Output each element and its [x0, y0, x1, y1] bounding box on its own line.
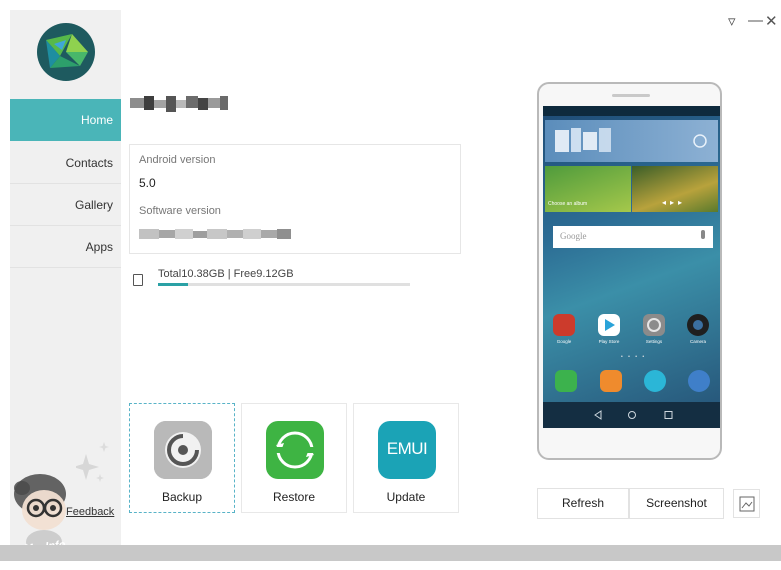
update-button[interactable]: EMUI Update — [353, 403, 459, 513]
feedback-link[interactable]: Feedback — [66, 506, 114, 518]
android-version-value: 5.0 — [139, 176, 156, 190]
restore-label: Restore — [272, 490, 316, 504]
update-label: Update — [386, 490, 426, 504]
contacts-app-icon — [600, 370, 622, 392]
android-version-label: Android version — [139, 154, 216, 166]
device-name-redacted — [130, 94, 230, 119]
phone-preview: Choose an album ◂▸▸ Google Google Play S… — [537, 82, 722, 460]
app-logo-icon — [36, 22, 96, 82]
storage-text: Total10.38GB | Free9.12GB — [158, 268, 294, 280]
sidebar-item-gallery[interactable]: Gallery — [10, 184, 121, 226]
google-search-placeholder: Google — [560, 231, 587, 241]
sidebar-item-apps[interactable]: Apps — [10, 226, 121, 268]
music-caption: Choose an album — [548, 201, 588, 207]
emui-icon-text: EMUI — [386, 439, 428, 458]
storage-progress-bar — [158, 283, 410, 286]
phone-nav-bar — [543, 402, 720, 428]
phone-screen: Choose an album ◂▸▸ Google Google Play S… — [543, 106, 720, 428]
phone-storage-icon — [133, 274, 143, 286]
open-image-folder-button[interactable] — [733, 489, 760, 518]
music-widget-right: ◂▸▸ — [632, 166, 718, 212]
emui-update-icon: EMUI — [378, 421, 436, 479]
sidebar-item-home[interactable]: Home — [10, 99, 121, 141]
restore-icon — [266, 421, 324, 479]
storage-progress-fill — [158, 283, 189, 286]
phone-status-bar — [543, 106, 720, 116]
clock-widget — [545, 120, 718, 162]
minimize-icon[interactable]: — — [748, 12, 763, 29]
phone-app-icon — [555, 370, 577, 392]
backup-icon — [154, 421, 212, 479]
page-indicator: • • • • — [621, 354, 647, 360]
camera-icon — [687, 314, 709, 336]
backup-label: Backup — [161, 490, 203, 504]
app-label-google: Google — [556, 339, 572, 344]
music-controls-icon: ◂▸▸ — [662, 198, 687, 207]
software-version-label: Software version — [139, 205, 221, 217]
image-icon — [739, 496, 754, 512]
close-icon[interactable]: ✕ — [765, 12, 778, 30]
app-label-play-store: Play Store — [598, 339, 620, 344]
browser-app-icon — [688, 370, 710, 392]
phone-speaker — [612, 94, 650, 97]
mic-icon — [701, 230, 705, 239]
messages-app-icon — [644, 370, 666, 392]
restore-button[interactable]: Restore — [241, 403, 347, 513]
sidebar-item-contacts[interactable]: Contacts — [10, 142, 121, 184]
google-folder-icon — [553, 314, 575, 336]
app-label-camera: Camera — [689, 339, 706, 344]
google-search-bar: Google — [553, 226, 713, 248]
menu-dropdown-icon[interactable]: ▿ — [728, 12, 736, 30]
screenshot-button[interactable]: Screenshot — [629, 488, 724, 519]
music-widget-left: Choose an album — [545, 166, 631, 212]
software-version-redacted — [139, 227, 291, 245]
app-label-settings: Settings — [645, 339, 663, 344]
device-info-card: Android version 5.0 Software version — [129, 144, 461, 254]
play-store-icon — [598, 314, 620, 336]
status-strip — [0, 545, 781, 561]
settings-icon — [643, 314, 665, 336]
sidebar: Home Contacts Gallery Apps Ms. Info Feed… — [10, 10, 121, 555]
backup-button[interactable]: Backup — [129, 403, 235, 513]
refresh-button[interactable]: Refresh — [537, 488, 629, 519]
